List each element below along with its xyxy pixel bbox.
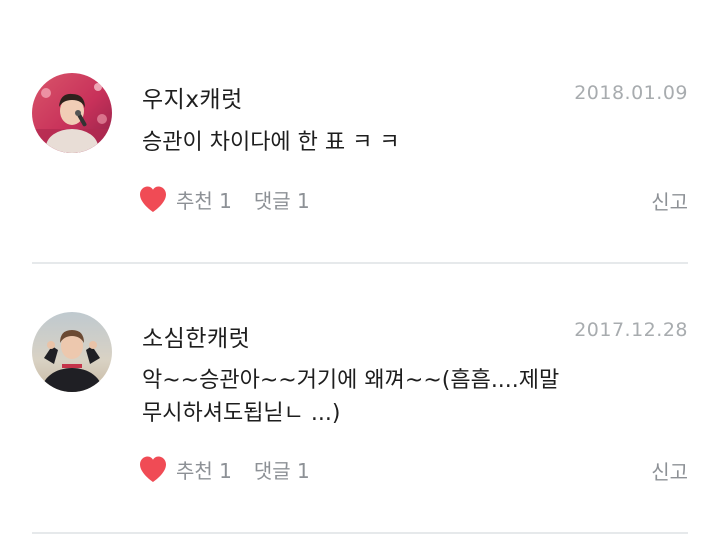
heart-icon[interactable]: [138, 455, 168, 483]
username[interactable]: 우지x캐럿: [142, 80, 243, 114]
comment-list: 우지x캐럿 2018.01.09 승관이 차이다에 한 표 ㅋ ㅋ 추천 1 댓…: [0, 0, 720, 540]
like-count[interactable]: 추천 1: [176, 455, 232, 484]
comment-item: 소심한캐럿 2017.12.28 악~~승관아~~거기에 왜껴~~(흠흠....…: [0, 264, 720, 536]
reply-count[interactable]: 댓글 1: [254, 455, 310, 484]
like-count[interactable]: 추천 1: [176, 185, 232, 214]
avatar[interactable]: [32, 312, 112, 392]
avatar-photo: [32, 73, 112, 153]
heart-icon[interactable]: [138, 185, 168, 213]
avatar-photo: [32, 312, 112, 392]
comment-text: 악~~승관아~~거기에 왜껴~~(흠흠....제말 무시하셔도됩닏ㄴ ...): [142, 368, 560, 426]
comment-text: 승관이 차이다에 한 표 ㅋ ㅋ: [142, 130, 400, 155]
divider: [32, 532, 688, 534]
comment-item: 우지x캐럿 2018.01.09 승관이 차이다에 한 표 ㅋ ㅋ 추천 1 댓…: [0, 0, 720, 262]
report-button[interactable]: 신고: [651, 456, 688, 485]
comment-date: 2018.01.09: [574, 82, 688, 104]
comment-actions: 추천 1 댓글 1: [138, 184, 310, 214]
comment-date: 2017.12.28: [574, 319, 688, 341]
username[interactable]: 소심한캐럿: [142, 319, 250, 353]
report-button[interactable]: 신고: [651, 186, 688, 215]
reply-count[interactable]: 댓글 1: [254, 185, 310, 214]
comment-actions: 추천 1 댓글 1: [138, 454, 310, 484]
avatar[interactable]: [32, 73, 112, 153]
